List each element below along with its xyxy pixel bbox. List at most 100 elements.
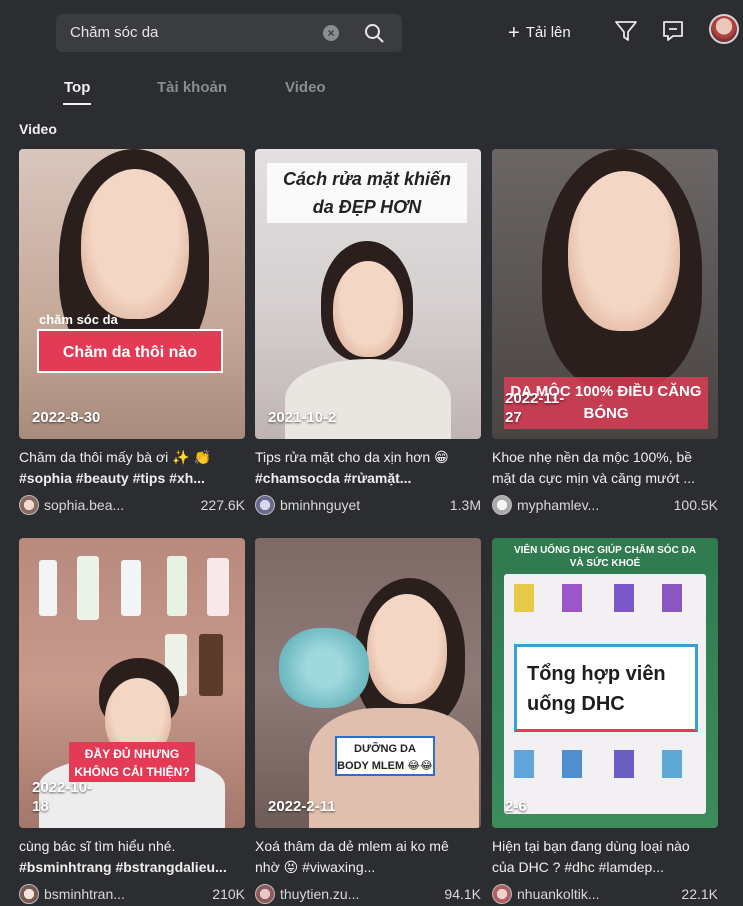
author-avatar[interactable] [492, 495, 512, 515]
product-box [662, 750, 682, 778]
video-description: Xoá thâm da dẻ mlem ai ko mê nhờ 😝 #viwa… [255, 836, 481, 878]
description-line: cùng bác sĩ tìm hiểu nhé. [19, 838, 176, 854]
description-tags[interactable]: #sophia #beauty #tips #xh... [19, 468, 245, 489]
overlay-small-caption: chăm sóc da [39, 312, 118, 327]
description-tags[interactable]: #bsminhtrang #bstrangdalieu... [19, 857, 245, 878]
video-thumbnail[interactable]: Cách rửa mặt khiến da ĐẸP HƠN 2021-10-2 [255, 149, 481, 439]
filter-icon[interactable] [614, 20, 638, 42]
section-title: Video [19, 121, 57, 137]
description-line: mặt da cực mịn và căng mướt ... [492, 470, 695, 486]
product-bottle [121, 560, 141, 616]
search-input[interactable]: Chăm sóc da [70, 24, 158, 41]
product-box [514, 750, 534, 778]
author-row[interactable]: bminhnguyet 1.3M [255, 493, 481, 519]
product-box [614, 750, 634, 778]
view-count: 22.1K [681, 886, 718, 902]
tab-accounts[interactable]: Tài khoản [157, 79, 227, 96]
description-line: Khoe nhẹ nền da mộc 100%, bề [492, 449, 693, 465]
author-name[interactable]: sophia.bea... [44, 497, 124, 513]
view-count: 1.3M [449, 497, 481, 513]
video-card[interactable]: DA MỘC 100% ĐIỀU CĂNG BÓNG 2022-11-27 Kh… [492, 149, 718, 519]
upload-button[interactable]: + Tải lên [508, 22, 571, 45]
view-count: 227.6K [200, 497, 245, 513]
search-icon[interactable] [363, 22, 385, 44]
product-bottle [167, 556, 187, 616]
thumbnail-shirt [285, 359, 451, 439]
overlay-top-caption: VIÊN UỐNG DHC GIÚP CHĂM SÓC DA VÀ SỨC KH… [513, 545, 697, 569]
video-description: Tips rửa mặt cho da xịn hơn 😁 #chamsocda… [255, 447, 481, 489]
author-name[interactable]: bminhnguyet [280, 497, 360, 513]
author-avatar[interactable] [19, 884, 39, 904]
search-bar[interactable]: Chăm sóc da × [56, 14, 402, 52]
product-box [562, 584, 582, 612]
author-row[interactable]: bsminhtran... 210K [19, 882, 245, 906]
description-tags[interactable]: #chamsocda #rửamặt... [255, 468, 481, 489]
overlay-caption: DƯỠNG DA BODY MLEM 😂😂 [335, 736, 435, 776]
top-bar: Chăm sóc da × + Tải lên [0, 0, 743, 62]
description-line: Chăm da thôi mấy bà ơi ✨ 👏 [19, 449, 211, 465]
author-name[interactable]: myphamlev... [517, 497, 599, 513]
author-avatar[interactable] [19, 495, 39, 515]
thumbnail-face [568, 171, 680, 331]
author-name[interactable]: nhuankoltik... [517, 886, 600, 902]
view-count: 94.1K [444, 886, 481, 902]
video-card[interactable]: DƯỠNG DA BODY MLEM 😂😂 2022-2-11 Xoá thâm… [255, 538, 481, 906]
overlay-caption: Chăm da thôi nào [37, 329, 223, 373]
active-tab-indicator [63, 103, 91, 105]
upload-label: Tải lên [525, 24, 571, 41]
description-line: nhờ 😝 #viwaxing... [255, 859, 376, 875]
video-thumbnail[interactable]: DA MỘC 100% ĐIỀU CĂNG BÓNG 2022-11-27 [492, 149, 718, 439]
product-box [662, 584, 682, 612]
video-thumbnail[interactable]: DƯỠNG DA BODY MLEM 😂😂 2022-2-11 [255, 538, 481, 828]
thumbnail-face [81, 169, 189, 319]
author-name[interactable]: bsminhtran... [44, 886, 125, 902]
video-thumbnail[interactable]: ĐẦY ĐỦ NHƯNG KHÔNG CẢI THIỆN? 2022-10-18 [19, 538, 245, 828]
overlay-caption: ĐẦY ĐỦ NHƯNG KHÔNG CẢI THIỆN? [69, 742, 195, 782]
video-thumbnail[interactable]: VIÊN UỐNG DHC GIÚP CHĂM SÓC DA VÀ SỨC KH… [492, 538, 718, 828]
author-row[interactable]: myphamlev... 100.5K [492, 493, 718, 519]
thumbnail-face [333, 261, 403, 357]
view-count: 100.5K [673, 497, 718, 513]
video-description: cùng bác sĩ tìm hiểu nhé. #bsminhtrang #… [19, 836, 245, 878]
description-line: của DHC ? #dhc #lamdep... [492, 859, 664, 875]
author-row[interactable]: thuytien.zu... 94.1K [255, 882, 481, 906]
author-row[interactable]: nhuankoltik... 22.1K [492, 882, 718, 906]
tab-top[interactable]: Top [64, 79, 90, 96]
author-avatar[interactable] [255, 495, 275, 515]
thumbnail-face [367, 594, 447, 704]
video-card[interactable]: ĐẦY ĐỦ NHƯNG KHÔNG CẢI THIỆN? 2022-10-18… [19, 538, 245, 906]
video-thumbnail[interactable]: chăm sóc da Chăm da thôi nào 2022-8-30 [19, 149, 245, 439]
video-card[interactable]: VIÊN UỐNG DHC GIÚP CHĂM SÓC DA VÀ SỨC KH… [492, 538, 718, 906]
overlay-caption: Cách rửa mặt khiến da ĐẸP HƠN [267, 163, 467, 223]
description-line: Xoá thâm da dẻ mlem ai ko mê [255, 838, 449, 854]
clear-search-icon[interactable]: × [323, 25, 339, 41]
product-box [562, 750, 582, 778]
author-avatar[interactable] [492, 884, 512, 904]
video-description: Khoe nhẹ nền da mộc 100%, bề mặt da cực … [492, 447, 718, 489]
tab-video[interactable]: Video [285, 79, 326, 96]
author-name[interactable]: thuytien.zu... [280, 886, 359, 902]
inbox-icon[interactable] [661, 20, 685, 42]
product-bottle [77, 556, 99, 620]
video-date: 2022-2-11 [268, 798, 336, 815]
profile-avatar[interactable] [709, 14, 739, 44]
search-tabs: Top Tài khoản Video [0, 62, 743, 108]
video-date: 2022-8-30 [32, 409, 101, 426]
thumbnail-sponge [279, 628, 369, 708]
description-line: Tips rửa mặt cho da xịn hơn 😁 [255, 449, 449, 465]
product-bottle [199, 634, 223, 696]
product-box [614, 584, 634, 612]
author-avatar[interactable] [255, 884, 275, 904]
video-date: 2022-10-18 [32, 779, 93, 815]
plus-icon: + [508, 22, 520, 44]
video-description: Chăm da thôi mấy bà ơi ✨ 👏 #sophia #beau… [19, 447, 245, 489]
overlay-caption: Tổng hợp viên uống DHC [514, 644, 698, 732]
description-line: Hiện tại bạn đang dùng loại nào [492, 838, 690, 854]
author-row[interactable]: sophia.bea... 227.6K [19, 493, 245, 519]
video-date: 2021-10-2 [268, 409, 337, 426]
video-date: 2022-11-27 [505, 390, 565, 426]
video-description: Hiện tại bạn đang dùng loại nào của DHC … [492, 836, 718, 878]
video-card[interactable]: chăm sóc da Chăm da thôi nào 2022-8-30 C… [19, 149, 245, 519]
product-bottle [207, 558, 229, 616]
video-card[interactable]: Cách rửa mặt khiến da ĐẸP HƠN 2021-10-2 … [255, 149, 481, 519]
